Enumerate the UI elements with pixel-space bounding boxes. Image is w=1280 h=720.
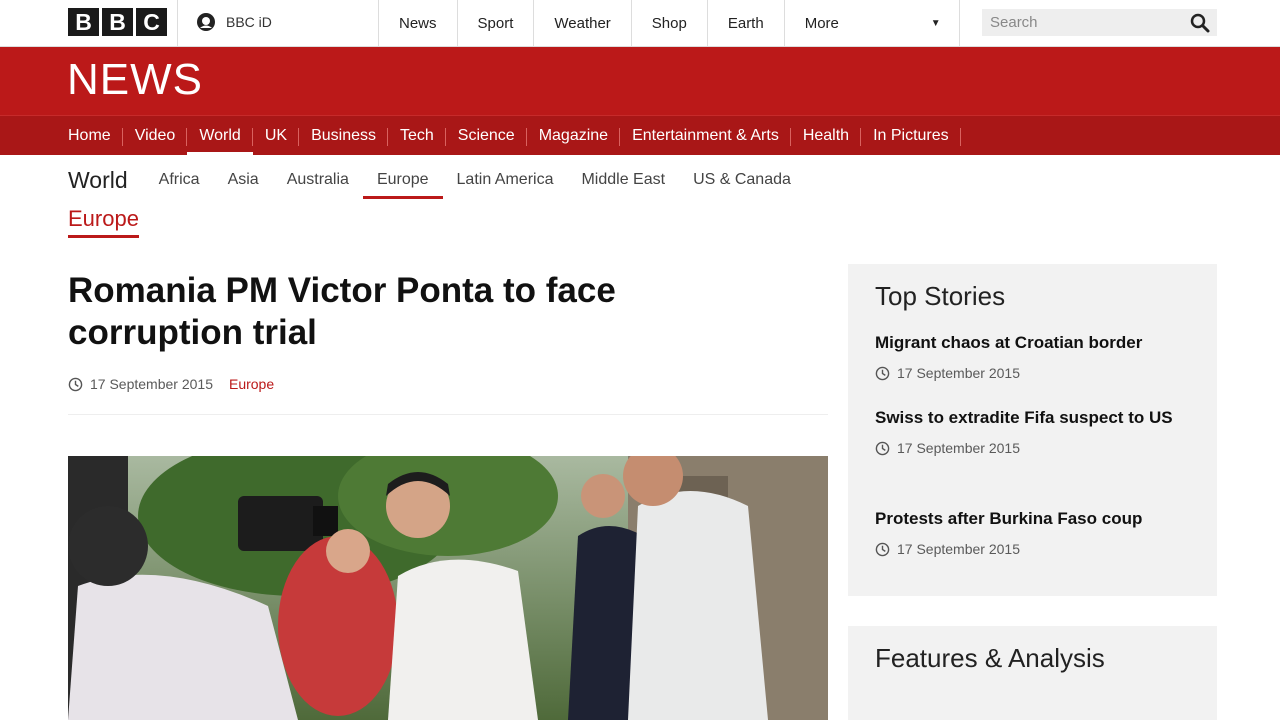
bbc-id-label: BBC iD [226, 14, 272, 30]
photo-illustration [68, 456, 828, 720]
clock-icon [875, 542, 890, 556]
newsnav-uk[interactable]: UK [253, 116, 300, 156]
article-meta: 17 September 2015 Europe [68, 376, 274, 392]
subnav-asia[interactable]: Asia [214, 162, 273, 198]
bbc-logo[interactable]: B B C [68, 8, 167, 36]
topnav-sport[interactable]: Sport [458, 0, 535, 47]
topnav-news[interactable]: News [379, 0, 458, 47]
subnav-europe[interactable]: Europe [362, 162, 443, 199]
newsnav-home[interactable]: Home [56, 116, 123, 156]
search-box [982, 9, 1217, 36]
caret-down-icon: ▼ [930, 18, 941, 29]
breadcrumb[interactable]: Europe [68, 206, 139, 238]
topnav-more[interactable]: More ▼ [785, 0, 960, 47]
world-subnav: World Africa Asia Australia Europe Latin… [68, 160, 805, 200]
clock-icon [68, 377, 83, 391]
world-section-title[interactable]: World [68, 167, 128, 194]
divider [68, 414, 828, 415]
logo-letter: C [136, 8, 167, 36]
newsnav-world[interactable]: World [187, 116, 253, 156]
top-nav: News Sport Weather Shop Earth More ▼ [379, 0, 960, 47]
newsnav-tech[interactable]: Tech [388, 116, 446, 156]
user-icon [197, 13, 215, 31]
story-item[interactable]: Protests after Burkina Faso coup 17 Sept… [875, 506, 1185, 557]
story-title[interactable]: Swiss to extradite Fifa suspect to US [875, 405, 1185, 431]
subnav-latin-america[interactable]: Latin America [443, 162, 568, 198]
story-meta: 17 September 2015 [875, 440, 1185, 456]
story-meta: 17 September 2015 [875, 541, 1185, 557]
bbc-id-link[interactable]: BBC iD [196, 12, 272, 32]
story-title[interactable]: Migrant chaos at Croatian border [875, 330, 1185, 356]
story-item[interactable]: Migrant chaos at Croatian border 17 Sept… [875, 330, 1185, 381]
subnav-australia[interactable]: Australia [273, 162, 363, 198]
newsnav-magazine[interactable]: Magazine [527, 116, 621, 156]
newsnav-entertainment[interactable]: Entertainment & Arts [620, 116, 791, 156]
top-stories-title: Top Stories [875, 281, 1006, 311]
article-date: 17 September 2015 [90, 376, 213, 392]
features-panel: Features & Analysis [848, 626, 1217, 720]
search-icon[interactable] [1189, 12, 1211, 34]
article-photo [68, 456, 828, 720]
topnav-earth[interactable]: Earth [708, 0, 785, 47]
subnav-us-canada[interactable]: US & Canada [679, 162, 805, 198]
story-date: 17 September 2015 [897, 365, 1020, 381]
logo-letter: B [102, 8, 133, 36]
more-label: More [804, 15, 839, 32]
news-nav: Home Video World UK Business Tech Scienc… [0, 115, 1280, 156]
article-headline: Romania PM Victor Ponta to face corrupti… [68, 271, 616, 352]
logo-letter: B [68, 8, 99, 36]
topnav-shop[interactable]: Shop [632, 0, 708, 47]
topnav-weather[interactable]: Weather [534, 0, 632, 47]
story-date: 17 September 2015 [897, 440, 1020, 456]
top-stories-panel: Top Stories Migrant chaos at Croatian bo… [848, 264, 1217, 596]
newsnav-health[interactable]: Health [791, 116, 862, 156]
story-meta: 17 September 2015 [875, 365, 1185, 381]
search-input[interactable] [982, 9, 1189, 36]
story-date: 17 September 2015 [897, 541, 1020, 557]
story-title[interactable]: Protests after Burkina Faso coup [875, 506, 1185, 532]
newsnav-video[interactable]: Video [123, 116, 188, 156]
newsnav-science[interactable]: Science [446, 116, 527, 156]
subnav-africa[interactable]: Africa [145, 162, 214, 198]
clock-icon [875, 366, 890, 380]
divider [177, 0, 178, 47]
subnav-middle-east[interactable]: Middle East [567, 162, 679, 198]
clock-icon [875, 441, 890, 455]
newsnav-business[interactable]: Business [299, 116, 388, 156]
top-bar: B B C BBC iD News Sport Weather Shop Ear… [0, 0, 1280, 47]
features-title: Features & Analysis [875, 643, 1105, 673]
news-banner: NEWS [0, 47, 1280, 115]
article-section-link[interactable]: Europe [229, 376, 274, 392]
newsnav-in-pictures[interactable]: In Pictures [861, 116, 961, 156]
story-item[interactable]: Swiss to extradite Fifa suspect to US 17… [875, 405, 1185, 456]
news-logo[interactable]: NEWS [67, 55, 203, 105]
